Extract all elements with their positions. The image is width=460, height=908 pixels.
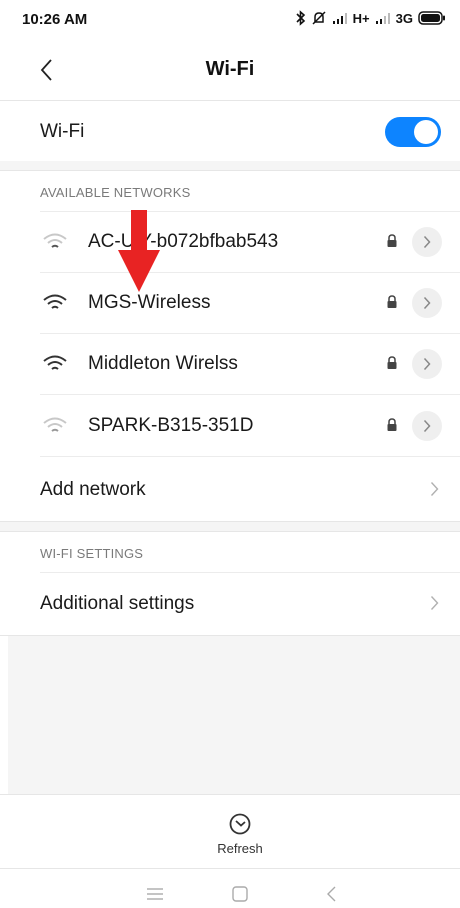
wifi-weak-icon xyxy=(43,417,67,432)
network-details-button[interactable] xyxy=(412,349,442,379)
network-details-button[interactable] xyxy=(412,227,442,257)
row-separator xyxy=(40,456,460,457)
network-type-label: H+ xyxy=(352,10,370,26)
menu-icon xyxy=(147,888,163,900)
section-gap xyxy=(0,522,460,531)
chevron-right-icon xyxy=(430,596,439,610)
network-row-ac[interactable]: AC-U Y-b072bfbab543 xyxy=(0,212,460,273)
network-row-spark[interactable]: SPARK-B315-351D xyxy=(0,396,460,457)
home-button[interactable] xyxy=(228,884,252,904)
row-separator xyxy=(40,394,460,395)
wifi-weak-icon xyxy=(43,233,67,248)
toggle-knob xyxy=(414,120,438,144)
refresh-button[interactable]: Refresh xyxy=(205,808,275,860)
bluetooth-icon xyxy=(296,10,306,26)
header: Wi-Fi xyxy=(0,40,460,100)
divider xyxy=(0,868,460,869)
chevron-right-icon xyxy=(430,482,439,496)
divider xyxy=(0,531,460,532)
page-title: Wi-Fi xyxy=(205,58,255,80)
add-network-label: Add network xyxy=(40,479,146,500)
battery-icon xyxy=(418,11,446,25)
empty-area xyxy=(8,636,460,794)
status-time: 10:26 AM xyxy=(22,11,88,28)
menu-button[interactable] xyxy=(143,884,167,904)
network-row-middleton[interactable]: Middleton Wirelss xyxy=(0,334,460,395)
wifi-strong-icon xyxy=(43,355,67,370)
additional-settings-label: Additional settings xyxy=(40,593,195,614)
wifi-settings-header: WI-FI SETTINGS xyxy=(40,546,144,561)
divider xyxy=(0,170,460,171)
available-networks-header: AVAILABLE NETWORKS xyxy=(40,185,191,200)
wifi-strong-icon xyxy=(43,294,67,309)
network-row-mgs-wireless[interactable]: MGS-Wireless xyxy=(0,273,460,334)
network-type-label: 3G xyxy=(395,10,413,26)
lock-icon xyxy=(387,356,397,369)
chevron-right-icon xyxy=(423,235,431,249)
status-bar: 10:26 AM H+ 3G xyxy=(0,0,460,38)
chevron-right-icon xyxy=(423,357,431,371)
lock-icon xyxy=(387,234,397,247)
arrow-down-icon xyxy=(118,210,160,292)
refresh-label: Refresh xyxy=(217,841,263,856)
wifi-toggle-label: Wi-Fi xyxy=(40,121,85,142)
mute-icon xyxy=(311,10,327,26)
add-network-row[interactable]: Add network xyxy=(0,459,460,519)
divider xyxy=(0,794,460,795)
system-nav-bar xyxy=(0,880,460,908)
signal-icon xyxy=(375,11,391,25)
network-name: MGS-Wireless xyxy=(88,292,211,313)
lock-icon xyxy=(387,295,397,308)
signal-icon xyxy=(332,11,348,25)
wifi-settings-screen: 10:26 AM H+ 3G Wi-Fi Wi-Fi AVAILABLE NET… xyxy=(0,0,460,908)
network-name: Middleton Wirelss xyxy=(88,353,238,374)
chevron-right-icon xyxy=(423,419,431,433)
wifi-toggle-row: Wi-Fi xyxy=(0,101,460,161)
additional-settings-row[interactable]: Additional settings xyxy=(0,573,460,633)
network-details-button[interactable] xyxy=(412,288,442,318)
lock-icon xyxy=(387,418,397,431)
network-name: SPARK-B315-351D xyxy=(88,415,254,436)
wifi-toggle-switch[interactable] xyxy=(385,117,441,147)
home-icon xyxy=(232,886,248,902)
nav-back-button[interactable] xyxy=(319,884,343,904)
refresh-icon xyxy=(229,813,251,835)
chevron-right-icon xyxy=(423,296,431,310)
network-details-button[interactable] xyxy=(412,411,442,441)
back-icon xyxy=(327,886,336,902)
status-icons: H+ 3G xyxy=(296,8,446,28)
section-gap xyxy=(0,161,460,170)
